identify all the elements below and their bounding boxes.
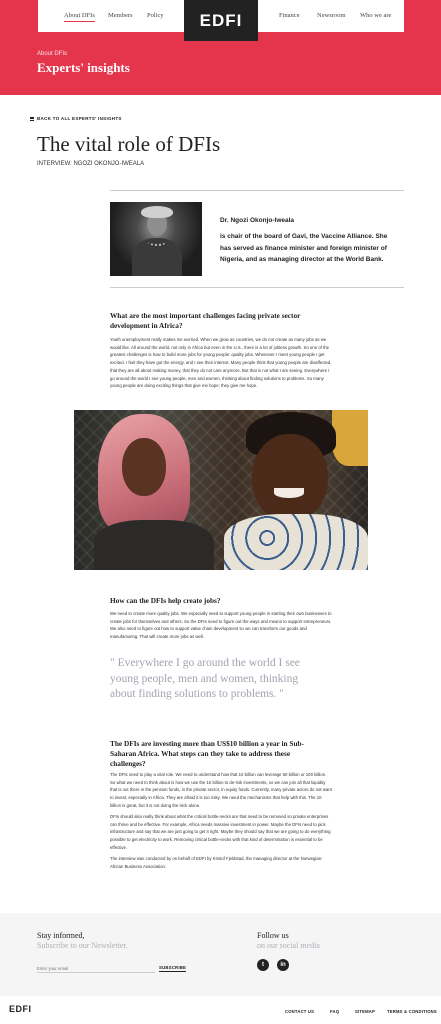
hero-banner: About DFIs Members Policy Finance Newsro… xyxy=(0,0,441,95)
newsletter-subtitle: Subscribe to our Newsletter. xyxy=(37,941,128,950)
question-heading: How can the DFIs help create jobs? xyxy=(110,596,221,605)
linkedin-icon[interactable]: in xyxy=(277,959,289,971)
pull-quote: " Everywhere I go around the world I see… xyxy=(110,657,300,700)
hero-kicker: About DFIs xyxy=(37,51,68,57)
nav-about-dfis[interactable]: About DFIs xyxy=(64,12,95,22)
social-title: Follow us xyxy=(257,931,289,940)
social-subtitle: on our social media xyxy=(257,941,320,950)
portrait-photo xyxy=(110,202,202,276)
terms-link[interactable]: TERMS & CONDITIONS xyxy=(387,1009,437,1014)
nav-policy[interactable]: Policy xyxy=(147,12,164,19)
answer-paragraph: The DFIs need to play a vital role. We n… xyxy=(110,772,332,808)
faq-link[interactable]: FAQ xyxy=(330,1009,339,1014)
contact-us-link[interactable]: CONTACT US xyxy=(285,1009,314,1014)
footer-logo[interactable]: EDFI xyxy=(9,1004,32,1014)
interview-credit: The interview was conducted by on behalf… xyxy=(110,856,323,869)
divider xyxy=(110,287,404,288)
twitter-icon[interactable]: t xyxy=(257,959,269,971)
divider xyxy=(110,190,404,191)
newsletter-title: Stay informed, xyxy=(37,931,85,940)
nav-members[interactable]: Members xyxy=(108,12,133,19)
nav-who-we-are[interactable]: Who we are xyxy=(360,12,391,19)
back-link-label: BACK TO ALL EXPERTS' INSIGHTS xyxy=(37,116,122,121)
back-to-insights-link[interactable]: BACK TO ALL EXPERTS' INSIGHTS xyxy=(30,116,122,121)
answer-paragraph: We need to create more quality jobs. We … xyxy=(110,611,332,640)
list-icon xyxy=(30,116,34,121)
article-photo xyxy=(74,410,368,570)
newsletter-footer: Stay informed, Subscribe to our Newslett… xyxy=(0,913,441,996)
interview-subtitle: INTERVIEW: NGOZI OKONJO-IWEALA xyxy=(37,161,145,167)
question-heading: The DFIs are investing more than US$10 b… xyxy=(110,739,305,768)
email-input[interactable] xyxy=(37,964,155,973)
answer-paragraph: DFIs should also really think about what… xyxy=(110,814,331,850)
nav-newsroom[interactable]: Newsroom xyxy=(317,12,346,19)
question-heading: What are the most important challenges f… xyxy=(110,311,301,330)
page-title: The vital role of DFIs xyxy=(37,132,221,156)
bio-name: Dr. Ngozi Okonjo-Iweala xyxy=(220,217,295,224)
bio-text: is chair of the board of Gavi, the Vacci… xyxy=(220,233,388,263)
nav-finance[interactable]: Finance xyxy=(279,12,300,19)
subscribe-button[interactable]: SUBSCRIBE xyxy=(159,965,187,972)
hero-title: Experts' insights xyxy=(37,60,130,75)
sitemap-link[interactable]: SITEMAP xyxy=(355,1009,375,1014)
edfi-logo[interactable]: EDFI xyxy=(184,0,258,41)
answer-paragraph: Youth unemployment really makes me worri… xyxy=(110,337,332,389)
